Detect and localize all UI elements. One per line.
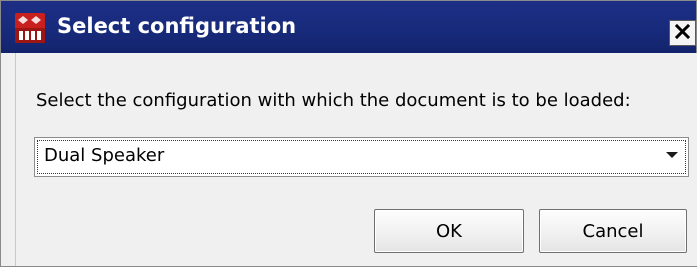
title-bar[interactable]: Select configuration <box>1 1 696 53</box>
configuration-select-value: Dual Speaker <box>44 145 165 166</box>
cancel-button[interactable]: Cancel <box>539 209 687 253</box>
close-icon <box>674 23 691 43</box>
configuration-select[interactable]: Dual Speaker <box>34 137 689 177</box>
dialog-body: Select the configuration with which the … <box>15 53 697 266</box>
close-button[interactable] <box>669 20 696 46</box>
solidworks-app-icon <box>15 13 45 43</box>
window-title: Select configuration <box>57 14 297 38</box>
dropdown-arrow-icon[interactable] <box>666 152 678 158</box>
ok-button[interactable]: OK <box>374 209 524 253</box>
select-configuration-dialog: Select configuration Select the configur… <box>0 0 697 267</box>
configuration-prompt: Select the configuration with which the … <box>36 90 631 111</box>
